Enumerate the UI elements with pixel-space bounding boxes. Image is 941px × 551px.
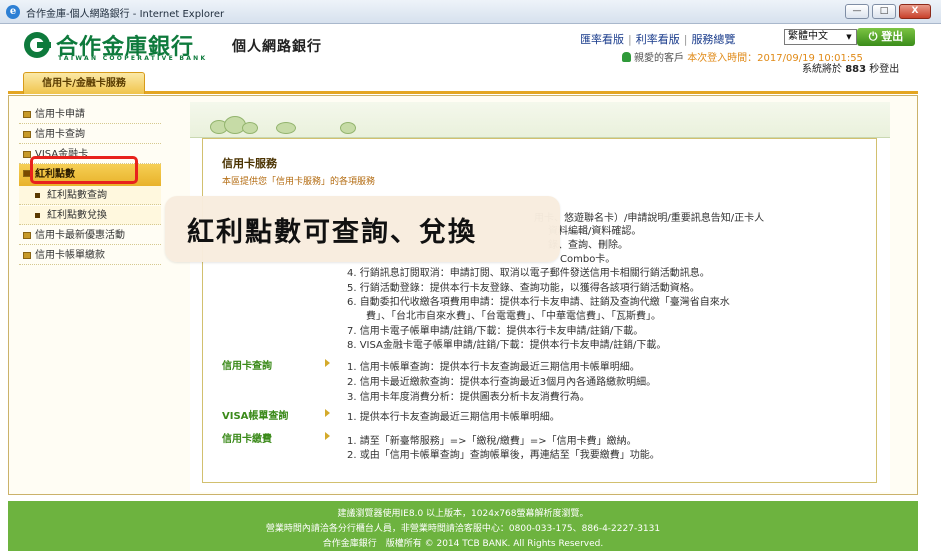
payment-line: 1. 請至「新臺幣服務」=>「繳稅/繳費」=>「信用卡費」繳納。	[347, 436, 637, 447]
apply-line: 費」、「台北市自來水費」、「台電電費」、「中華電信費」、「瓦斯費」。	[366, 311, 661, 322]
bullet-icon	[23, 232, 31, 239]
bullet-icon	[23, 151, 31, 158]
arrow-right-icon	[325, 409, 330, 417]
sidebar-item-label: 信用卡帳單繳款	[35, 250, 105, 261]
category-visa-bill[interactable]: VISA帳單查詢	[222, 407, 288, 422]
bullet-icon	[35, 193, 40, 198]
sidebar-item-label: 信用卡查詢	[35, 129, 85, 140]
inquiry-line: 1. 信用卡帳單查詢：提供本行卡友查詢最近三期信用卡帳單明細。	[347, 362, 640, 373]
category-card-payment[interactable]: 信用卡繳費	[222, 430, 272, 445]
apply-line: 4. 行銷訊息訂閱取消：申請訂閱、取消以電子郵件發送信用卡相關行銷活動訊息。	[347, 268, 710, 279]
power-icon: ⏻	[868, 30, 882, 43]
tree-icon	[276, 122, 296, 134]
apply-line: 7. 信用卡電子帳單申請/註銷/下載：提供本行卡友申請/註銷/下載。	[347, 326, 644, 337]
sidebar-item-label: 紅利點數查詢	[47, 190, 107, 201]
visa-line: 1. 提供本行卡友查詢最近三期信用卡帳單明細。	[347, 412, 560, 423]
welcome-text: 親愛的客戶	[634, 53, 684, 64]
apply-line: 資料編輯/資料確認。	[548, 226, 642, 237]
link-separator: |	[683, 33, 688, 46]
apply-line: 5. 行銷活動登錄：提供本行卡友登錄、查詢功能，以獲得各該項行銷活動資格。	[347, 283, 700, 294]
bank-logo-english: TAIWAN COOPERATIVE BANK	[58, 55, 208, 62]
sidebar-item-label: 信用卡最新優惠活動	[35, 230, 125, 241]
link-service-overview[interactable]: 服務總覽	[691, 31, 735, 47]
sidebar-item-inquiry[interactable]: 信用卡查詢	[19, 125, 161, 144]
footer-browser-note: 建議瀏覽器使用IE8.0 以上版本，1024x768螢幕解析度瀏覽。	[337, 509, 589, 519]
user-icon	[622, 52, 631, 62]
service-tabbar: 信用卡/金融卡服務	[8, 72, 918, 94]
tree-icon	[340, 122, 356, 134]
top-links: 匯率看版 | 利率看版 | 服務總覽	[580, 31, 735, 47]
arrow-right-icon	[325, 432, 330, 440]
sidebar-item-bonus-inquiry[interactable]: 紅利點數查詢	[19, 186, 161, 205]
link-exchange-rates[interactable]: 匯率看版	[580, 31, 624, 47]
language-select-value: 繁體中文	[788, 31, 828, 42]
arrow-right-icon	[325, 359, 330, 367]
minimize-button[interactable]: —	[845, 4, 869, 19]
apply-line: 8. VISA金融卡電子帳單申請/註銷/下載：提供本行卡友申請/註銷/下載。	[347, 340, 667, 351]
page-title: 個人網路銀行	[232, 39, 322, 55]
window-titlebar: e 合作金庫-個人網路銀行 - Internet Explorer — □ X	[0, 0, 941, 24]
sidebar-item-apply[interactable]: 信用卡申請	[19, 105, 161, 124]
tree-banner	[190, 102, 890, 138]
sidebar-item-bill-payment[interactable]: 信用卡帳單繳款	[19, 246, 161, 265]
apply-line: 6. 自動委扣代收繳各項費用申請：提供本行卡友申請、註銷及查詢代繳「臺灣省自來水	[347, 297, 730, 308]
sidebar-item-bonus-redeem[interactable]: 紅利點數兌換	[19, 206, 161, 225]
bullet-icon	[23, 252, 31, 259]
payment-line: 2. 或由「信用卡帳單查詢」查詢帳單後，再連結至「我要繳費」功能。	[347, 450, 660, 461]
chevron-down-icon: ▼	[846, 33, 852, 41]
tree-icon	[242, 122, 258, 134]
footer-contact: 營業時間內請洽各分行櫃台人員，非營業時間請洽客服中心：0800-033-175、…	[265, 524, 661, 534]
highlight-box	[30, 156, 138, 184]
bullet-icon	[35, 213, 40, 218]
sidebar-item-label: 信用卡申請	[35, 109, 85, 120]
link-interest-rates[interactable]: 利率看版	[636, 31, 680, 47]
apply-line: 錄、查詢、刪除。	[548, 240, 628, 251]
bank-logo-icon[interactable]	[24, 32, 51, 58]
section-title: 信用卡服務	[222, 157, 277, 170]
window-title: 合作金庫-個人網路銀行 - Internet Explorer	[26, 9, 225, 20]
callout-text: 紅利點數可查詢、兌換	[187, 217, 477, 248]
footer: 建議瀏覽器使用IE8.0 以上版本，1024x768螢幕解析度瀏覽。 營業時間內…	[8, 501, 918, 551]
logout-label: 登出	[881, 30, 904, 43]
maximize-button[interactable]: □	[872, 4, 896, 19]
link-separator: |	[628, 33, 632, 46]
sidebar-item-label: 紅利點數兌換	[47, 210, 107, 221]
sidebar: 信用卡申請 信用卡查詢 VISA金融卡 紅利點數 紅利點數查詢 紅利點數兌換 信…	[19, 100, 161, 400]
internet-explorer-icon: e	[6, 5, 20, 19]
language-select[interactable]: 繁體中文 ▼	[784, 29, 857, 45]
apply-line: Combo卡。	[560, 254, 616, 265]
section-subtitle: 本區提供您「信用卡服務」的各項服務	[222, 177, 376, 187]
bullet-icon	[23, 111, 31, 118]
inquiry-line: 3. 信用卡年度消費分析：提供圖表分析卡友消費行為。	[347, 392, 590, 403]
category-card-inquiry[interactable]: 信用卡查詢	[222, 357, 272, 372]
close-button[interactable]: X	[899, 4, 931, 19]
inquiry-line: 2. 信用卡最近繳款查詢：提供本行查詢最近3個月內各通路繳款明細。	[347, 377, 657, 388]
bullet-icon	[23, 131, 31, 138]
callout-banner: 紅利點數可查詢、兌換	[165, 196, 560, 262]
footer-copyright: 合作金庫銀行 版權所有 © 2014 TCB BANK. All Rights …	[322, 539, 604, 549]
logout-button[interactable]: ⏻ 登出	[857, 28, 915, 46]
tab-credit-card-services[interactable]: 信用卡/金融卡服務	[23, 72, 145, 94]
sidebar-item-promotions[interactable]: 信用卡最新優惠活動	[19, 226, 161, 245]
